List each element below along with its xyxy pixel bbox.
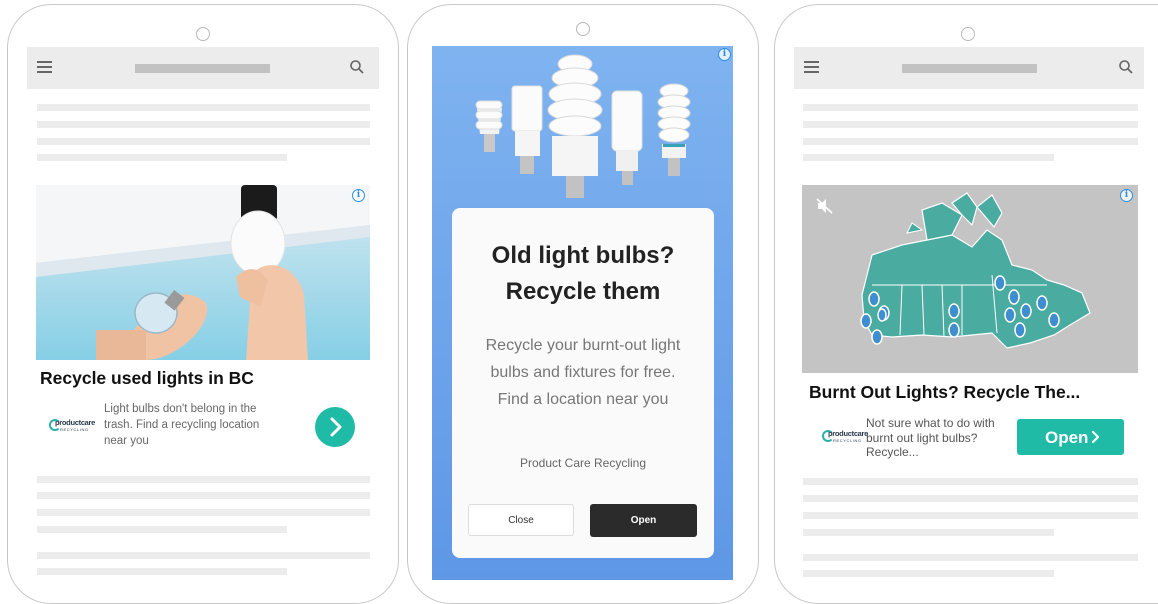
- placeholder-line: [37, 509, 370, 516]
- logo-sub-text: RECYCLING: [833, 438, 862, 443]
- placeholder-line: [803, 478, 1138, 485]
- open-button-label: Open: [1045, 428, 1089, 447]
- canada-map-graphic: [860, 192, 1091, 349]
- info-icon[interactable]: i: [718, 48, 731, 61]
- placeholder-line: [803, 570, 1054, 577]
- placeholder-line: [37, 138, 370, 145]
- advertiser-name: Product Care Recycling: [519, 456, 647, 470]
- placeholder-line: [37, 476, 370, 483]
- chevron-right-icon: [1091, 430, 1100, 444]
- placeholder-line: [803, 138, 1138, 145]
- placeholder-line: [803, 529, 1054, 536]
- open-button[interactable]: Open: [590, 504, 697, 537]
- browser-toolbar: [27, 47, 379, 89]
- url-bar[interactable]: [902, 64, 1037, 73]
- placeholder-line: [37, 526, 287, 533]
- placeholder-line: [803, 512, 1138, 519]
- interstitial-ad[interactable]: i Old light bulbs? Recycle them Recycle …: [432, 46, 733, 580]
- logo-brand-text: productcare: [828, 429, 869, 438]
- ad-headline[interactable]: Recycle used lights in BC: [40, 368, 254, 389]
- camera-dot: [576, 22, 590, 36]
- placeholder-line: [803, 104, 1138, 111]
- ad-headline: Old light bulbs? Recycle them: [452, 238, 714, 310]
- search-icon[interactable]: [1118, 59, 1134, 75]
- chevron-right-icon: [330, 417, 342, 437]
- ad-arrow-button[interactable]: [315, 407, 355, 447]
- placeholder-line: [37, 492, 370, 499]
- camera-dot: [961, 27, 975, 41]
- hamburger-icon[interactable]: [37, 61, 52, 73]
- placeholder-line: [803, 554, 1138, 561]
- ad-description: Light bulbs don't belong in the trash. F…: [104, 403, 260, 447]
- info-icon[interactable]: i: [352, 189, 365, 202]
- browser-toolbar: [794, 47, 1144, 89]
- headline-line-1: Old light bulbs?: [491, 242, 675, 269]
- placeholder-line: [37, 568, 287, 575]
- camera-dot: [196, 27, 210, 41]
- close-button[interactable]: Close: [468, 504, 574, 536]
- placeholder-line: [803, 121, 1138, 128]
- logo-sub-text: RECYCLING: [60, 427, 89, 432]
- placeholder-line: [803, 154, 1054, 161]
- ad-description: Not sure what to do with burnt out light…: [866, 416, 995, 459]
- ad-card: Old light bulbs? Recycle them Recycle yo…: [452, 208, 714, 558]
- placeholder-line: [803, 495, 1138, 502]
- ad-photo-light-bulbs: [475, 54, 691, 198]
- placeholder-line: [37, 154, 287, 161]
- logo-brand-text: productcare: [55, 418, 96, 427]
- advertiser-logo: productcare RECYCLING: [49, 418, 99, 434]
- info-icon[interactable]: i: [1120, 189, 1133, 202]
- screen-left: i Recycle used lights in BC productcare …: [27, 47, 379, 585]
- screen-right: i Burnt Out Lights? Recycle The... produ…: [794, 47, 1144, 585]
- placeholder-line: [37, 121, 370, 128]
- hamburger-icon[interactable]: [804, 61, 819, 73]
- headline-line-2: Recycle them: [505, 278, 661, 305]
- ad-description: Recycle your burnt-out light bulbs and f…: [485, 337, 681, 408]
- ad-photo-hand-bulb: [36, 185, 370, 360]
- placeholder-line: [37, 104, 370, 111]
- ad-image[interactable]: i: [36, 185, 370, 360]
- open-button[interactable]: Open: [1017, 419, 1124, 455]
- placeholder-line: [37, 552, 370, 559]
- url-bar[interactable]: [135, 64, 270, 73]
- ad-headline[interactable]: Burnt Out Lights? Recycle The...: [809, 382, 1080, 403]
- advertiser-logo: productcare RECYCLING: [822, 429, 872, 445]
- search-icon[interactable]: [349, 59, 365, 75]
- speaker-muted-icon[interactable]: [816, 198, 834, 214]
- ad-video-map[interactable]: i: [802, 185, 1138, 373]
